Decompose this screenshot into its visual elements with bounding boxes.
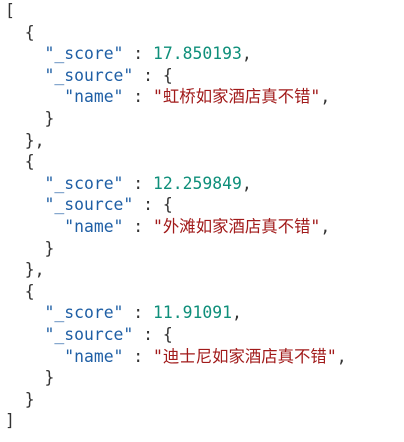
score-line: "_score" : 11.91091, xyxy=(5,302,404,324)
source-line: "_source" : { xyxy=(5,324,404,346)
object-open-line: { xyxy=(5,22,404,44)
source-open-brace: { xyxy=(162,324,173,344)
json-code-block: [ { "_score" : 17.850193, "_source" : { … xyxy=(0,0,404,442)
name-key: "name" xyxy=(64,346,124,366)
score-line: "_score" : 12.259849, xyxy=(5,173,404,195)
colon: : xyxy=(123,303,154,323)
name-line: "name" : "外滩如家酒店真不错", xyxy=(5,216,404,238)
comma: , xyxy=(336,346,347,366)
score-line: "_score" : 17.850193, xyxy=(5,43,404,65)
comma: , xyxy=(320,87,331,107)
name-key: "name" xyxy=(64,216,124,236)
array-close-bracket: ] xyxy=(5,411,15,431)
source-open-brace: { xyxy=(162,65,173,85)
object-open-line: { xyxy=(5,281,404,303)
score-key: "_score" xyxy=(44,303,124,323)
score-value: 12.259849 xyxy=(153,173,242,193)
comma: , xyxy=(241,44,252,64)
source-close-line: } xyxy=(5,238,404,260)
source-open-brace: { xyxy=(162,195,173,215)
object-open-line: { xyxy=(5,151,404,173)
source-close-line: } xyxy=(5,108,404,130)
source-line: "_source" : { xyxy=(5,65,404,87)
object-open-brace: { xyxy=(24,22,35,42)
array-open-line: [ xyxy=(5,0,404,22)
name-key: "name" xyxy=(64,87,124,107)
colon: : xyxy=(123,44,154,64)
object-close-line: }, xyxy=(5,259,404,281)
array-close-line: ] xyxy=(5,410,404,432)
source-close-line: } xyxy=(5,367,404,389)
comma: , xyxy=(241,173,252,193)
colon: : xyxy=(123,173,154,193)
source-key: "_source" xyxy=(44,324,134,344)
name-line: "name" : "虹桥如家酒店真不错", xyxy=(5,86,404,108)
name-value: "虹桥如家酒店真不错" xyxy=(153,87,321,107)
score-value: 11.91091 xyxy=(153,303,232,323)
comma: , xyxy=(232,303,242,323)
colon: : xyxy=(123,216,154,236)
source-close-brace: } xyxy=(44,368,55,388)
source-line: "_source" : { xyxy=(5,194,404,216)
object-close-line: } xyxy=(5,389,404,411)
score-value: 17.850193 xyxy=(153,44,242,64)
object-close-brace: } xyxy=(24,389,35,409)
score-key: "_score" xyxy=(44,173,124,193)
source-close-brace: } xyxy=(44,238,55,258)
colon: : xyxy=(133,324,163,344)
colon: : xyxy=(123,87,154,107)
object-open-brace: { xyxy=(24,152,35,172)
source-close-brace: } xyxy=(44,108,55,128)
colon: : xyxy=(123,346,154,366)
object-close-brace: }, xyxy=(24,260,45,280)
colon: : xyxy=(133,65,163,85)
comma: , xyxy=(320,216,331,236)
name-value: "外滩如家酒店真不错" xyxy=(153,216,321,236)
object-close-line: }, xyxy=(5,130,404,152)
name-value: "迪士尼如家酒店真不错" xyxy=(153,346,337,366)
source-key: "_source" xyxy=(44,195,134,215)
source-key: "_source" xyxy=(44,65,134,85)
colon: : xyxy=(133,195,163,215)
object-open-brace: { xyxy=(24,281,35,301)
name-line: "name" : "迪士尼如家酒店真不错", xyxy=(5,346,404,368)
score-key: "_score" xyxy=(44,44,124,64)
object-close-brace: }, xyxy=(24,130,45,150)
array-open-bracket: [ xyxy=(5,1,15,20)
